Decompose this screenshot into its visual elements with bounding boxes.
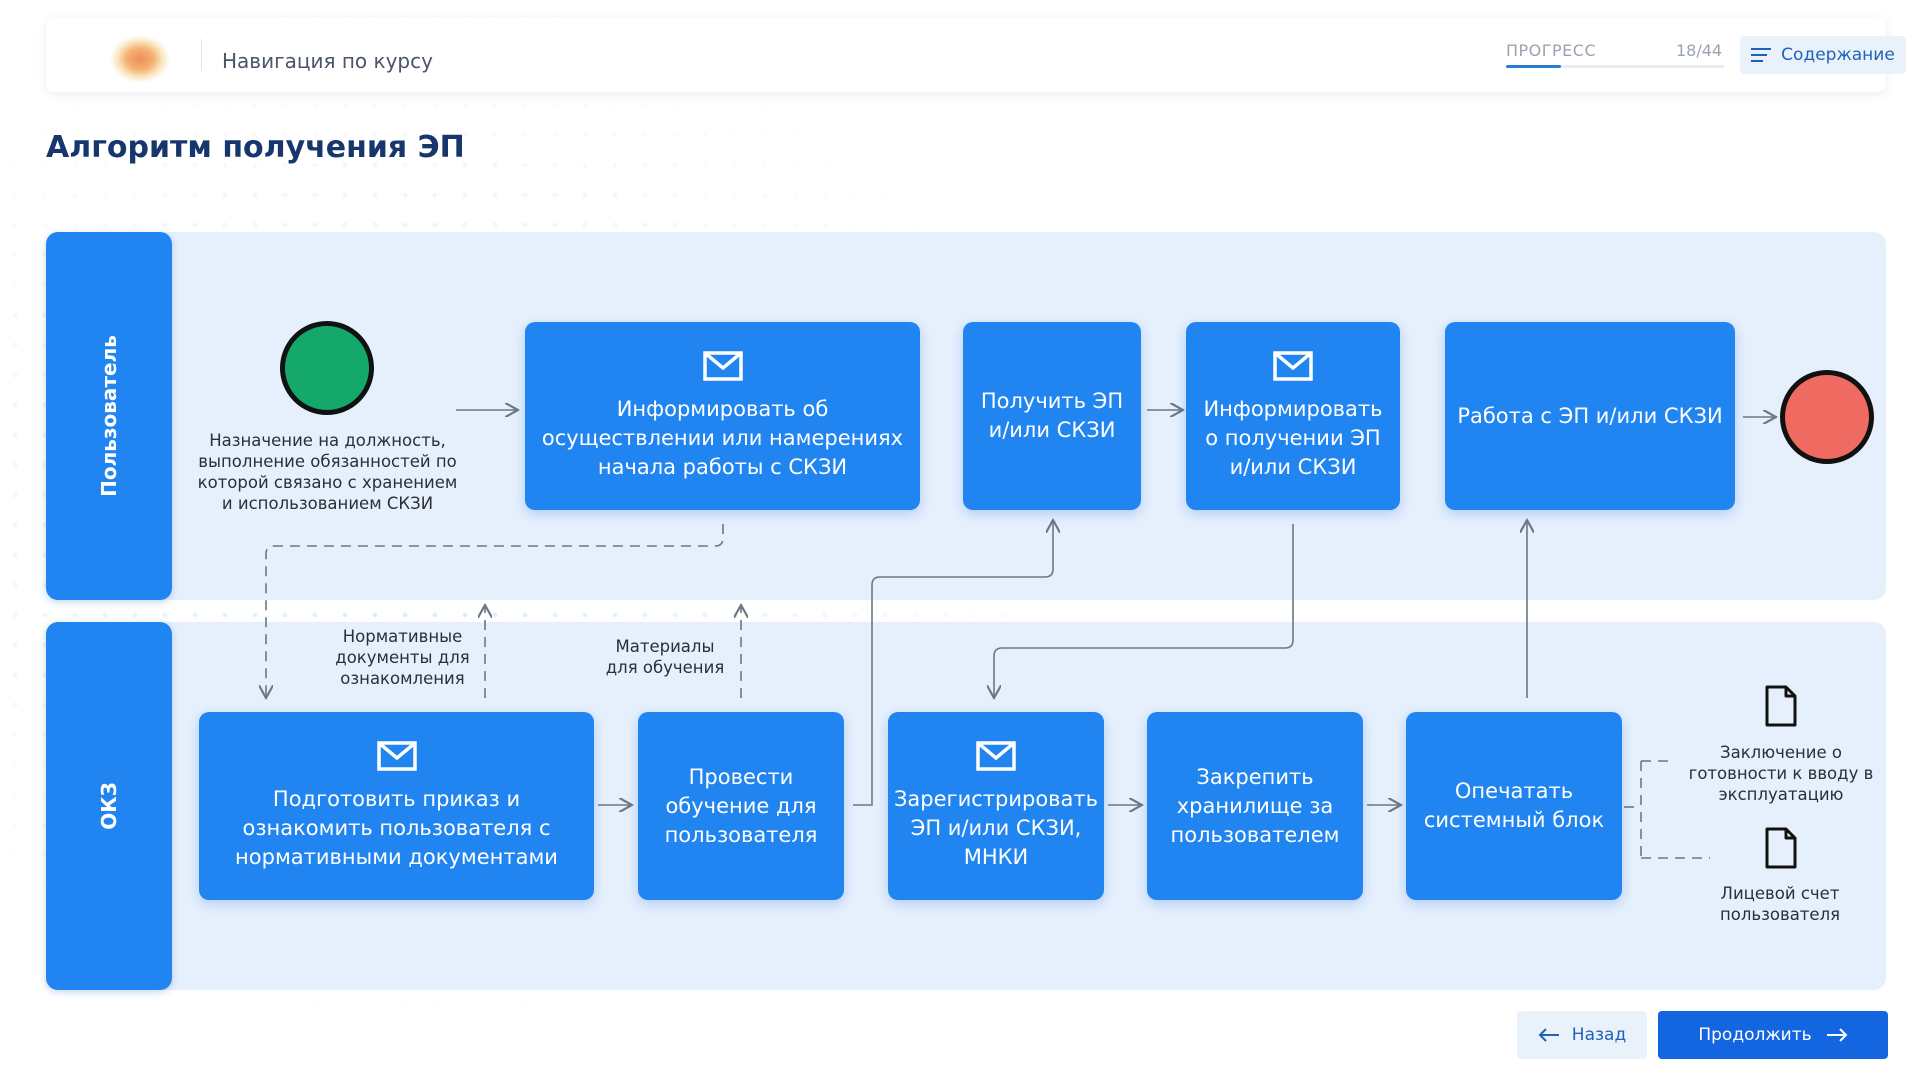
progress-bar-fill <box>1506 65 1561 68</box>
document-icon <box>1765 827 1797 869</box>
mail-icon <box>702 350 743 381</box>
menu-icon <box>1751 48 1772 62</box>
header-divider <box>201 39 202 71</box>
start-event <box>280 321 374 415</box>
top-bar: Навигация по курсу ПРОГРЕСС 18/44 Содерж… <box>46 17 1906 92</box>
step-get-ep: Получить ЭП и/или СКЗИ <box>963 322 1141 510</box>
step-register: Зарегистрировать ЭП и/или СКЗИ, МНКИ <box>888 712 1104 900</box>
step-get-ep-label: Получить ЭП и/или СКЗИ <box>980 389 1124 442</box>
mail-icon <box>376 740 417 771</box>
step-work-ep-label: Работа с ЭП и/или СКЗИ <box>1457 403 1723 428</box>
step-work-ep: Работа с ЭП и/или СКЗИ <box>1445 322 1735 510</box>
lane-okz-label: ОКЗ <box>46 622 172 990</box>
progress-count: 18/44 <box>1676 41 1723 60</box>
step-register-label: Зарегистрировать ЭП и/или СКЗИ, МНКИ <box>893 786 1099 869</box>
step-prepare-order-label: Подготовить приказ и ознакомить пользова… <box>235 786 558 869</box>
continue-button-label: Продолжить <box>1698 1025 1812 1045</box>
progress-label: ПРОГРЕСС <box>1506 41 1597 60</box>
note-normative-docs: Нормативные документы для ознакомления <box>335 627 470 688</box>
lane-user-label: Пользователь <box>46 232 172 600</box>
arrow-right-icon <box>1826 1028 1848 1042</box>
doc-account-label: Лицевой счет пользователя <box>1719 884 1841 924</box>
doc-readiness-label: Заключение о готовности к вводу в эксплу… <box>1688 743 1874 804</box>
contents-button[interactable]: Содержание <box>1740 36 1906 74</box>
lane-user-text: Пользователь <box>97 335 121 497</box>
back-button-label: Назад <box>1571 1025 1627 1045</box>
step-inform-start-label: Информировать об осуществлении или намер… <box>541 396 904 479</box>
step-training-label: Провести обучение для пользователя <box>664 764 818 847</box>
mail-icon <box>976 740 1016 771</box>
step-prepare-order: Подготовить приказ и ознакомить пользова… <box>199 712 594 900</box>
step-print-unit-label: Опечатать системный блок <box>1423 779 1605 832</box>
start-event-note: Назначение на должность, выполнение обяз… <box>197 431 458 513</box>
logo <box>68 21 186 87</box>
step-inform-start: Информировать об осуществлении или намер… <box>525 322 920 510</box>
end-event <box>1780 370 1874 464</box>
page-title: Алгоритм получения ЭП <box>46 130 465 165</box>
step-training: Провести обучение для пользователя <box>638 712 844 900</box>
contents-button-label: Содержание <box>1781 45 1895 65</box>
note-training-materials: Материалы для обучения <box>605 637 725 677</box>
continue-button[interactable]: Продолжить <box>1658 1011 1888 1059</box>
step-print-unit: Опечатать системный блок <box>1406 712 1622 900</box>
step-assign-storage-label: Закрепить хранилище за пользователем <box>1170 764 1340 847</box>
back-button[interactable]: Назад <box>1517 1011 1647 1059</box>
mail-icon <box>1273 350 1313 381</box>
step-assign-storage: Закрепить хранилище за пользователем <box>1147 712 1363 900</box>
step-inform-receipt-label: Информировать о получении ЭП и/или СКЗИ <box>1203 396 1383 479</box>
document-icon <box>1765 685 1797 727</box>
progress-bar <box>1506 65 1724 68</box>
arrow-left-icon <box>1538 1028 1559 1042</box>
lane-okz-text: ОКЗ <box>97 782 121 830</box>
step-inform-receipt: Информировать о получении ЭП и/или СКЗИ <box>1186 322 1400 510</box>
course-navigation-title: Навигация по курсу <box>222 49 433 73</box>
